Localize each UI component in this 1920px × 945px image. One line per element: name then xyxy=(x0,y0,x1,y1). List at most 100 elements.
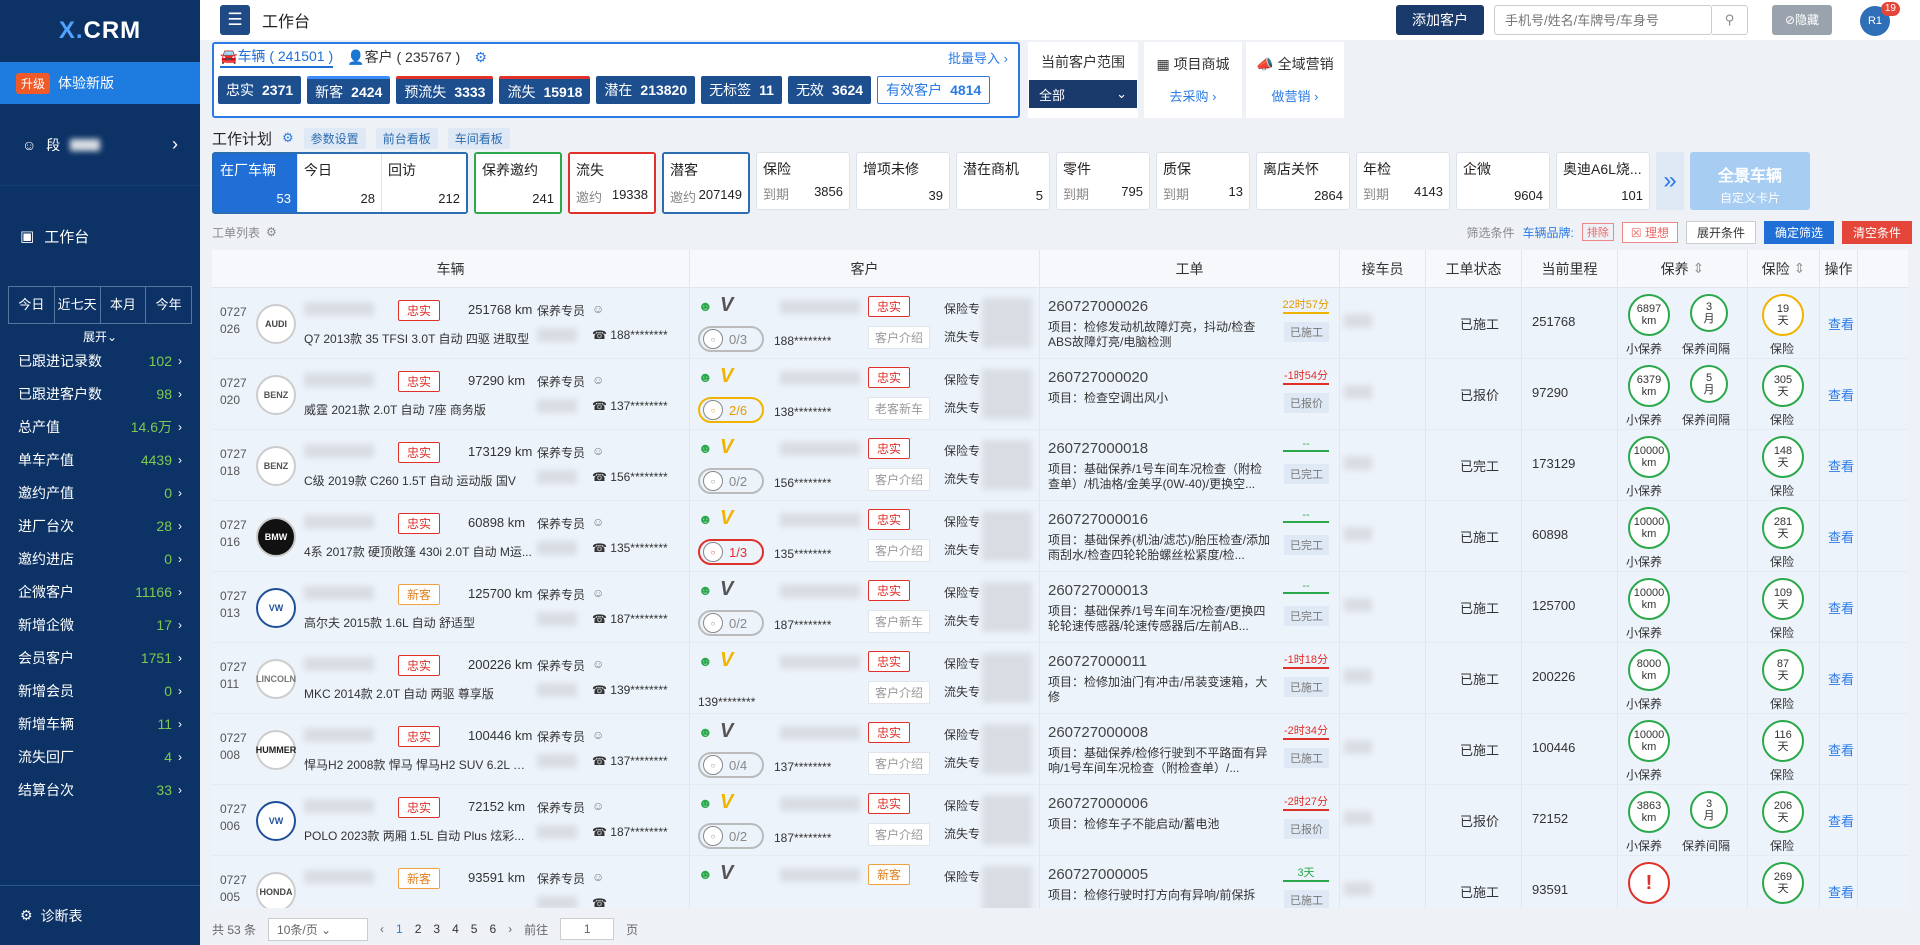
table-row[interactable]: 0727 013 VW 新客 125700 km 高尔夫 2015款 1.6L 自动 舒适… xyxy=(212,572,1908,643)
next-page-icon[interactable]: › xyxy=(508,922,512,936)
batch-import-link[interactable]: 批量导入 › xyxy=(948,48,1008,67)
plan-card[interactable]: 潜在商机 5 xyxy=(956,152,1050,210)
plan-card[interactable]: 增项未修 39 xyxy=(856,152,950,210)
hide-button[interactable]: ⊘隐藏 xyxy=(1772,5,1832,35)
scroll-right-icon[interactable]: » xyxy=(1656,152,1684,210)
stat-item[interactable]: 总产值 14.6万 › xyxy=(0,410,200,443)
view-button[interactable]: 查看 xyxy=(1828,385,1854,404)
plan-card[interactable]: 保养邀约 241 xyxy=(476,154,560,212)
view-button[interactable]: 查看 xyxy=(1828,314,1854,333)
plan-card[interactable]: 保险 到期 3856 xyxy=(756,152,850,210)
work-order-number[interactable]: 260727000026 xyxy=(1048,298,1148,315)
settings-icon[interactable]: ⚙ xyxy=(474,49,487,66)
plan-card[interactable]: 在厂车辆 53 xyxy=(214,154,298,212)
settings-icon[interactable]: ⚙ xyxy=(266,225,277,239)
user-menu[interactable]: ☺ 段 › xyxy=(0,104,200,186)
work-order-number[interactable]: 260727000011 xyxy=(1048,653,1147,670)
stat-item[interactable]: 邀约进店 0 › xyxy=(0,542,200,575)
view-button[interactable]: 查看 xyxy=(1828,740,1854,759)
add-customer-button[interactable]: 添加客户 xyxy=(1396,5,1484,35)
table-row[interactable]: 0727 020 BENZ 忠实 97290 km 威霆 2021款 2.0T 自动 7座… xyxy=(212,359,1908,430)
page-number[interactable]: 4 xyxy=(452,922,459,936)
search-button[interactable]: ⚲ xyxy=(1712,5,1748,35)
page-number[interactable]: 2 xyxy=(415,922,422,936)
workshop-board-tag[interactable]: 车间看板 xyxy=(447,127,510,149)
work-order-number[interactable]: 260727000016 xyxy=(1048,511,1148,528)
col-insurance[interactable]: 保险 ⇕ xyxy=(1748,250,1820,287)
view-button[interactable]: 查看 xyxy=(1828,882,1854,901)
plan-card[interactable]: 离店关怀 2864 xyxy=(1256,152,1350,210)
plan-card[interactable]: 今日 28 xyxy=(298,154,382,212)
visit-counter[interactable]: ○ 0/2 xyxy=(698,468,764,494)
stat-item[interactable]: 已跟进客户数 98 › xyxy=(0,377,200,410)
global-marketing[interactable]: 📣 全域营销 做营销 › xyxy=(1246,42,1344,118)
stat-item[interactable]: 会员客户 1751 › xyxy=(0,641,200,674)
page-number[interactable]: 1 xyxy=(396,922,403,936)
stat-item[interactable]: 结算台次 33 › xyxy=(0,773,200,806)
menu-toggle-button[interactable]: ☰ xyxy=(220,5,250,35)
nav-workbench[interactable]: ▣ 工作台 xyxy=(0,186,200,286)
plan-card[interactable]: 零件 到期 795 xyxy=(1056,152,1150,210)
visit-counter[interactable]: ○ 0/2 xyxy=(698,823,764,849)
expand-conditions-button[interactable]: 展开条件 xyxy=(1685,220,1756,244)
period-year[interactable]: 今年 xyxy=(146,287,191,323)
table-row[interactable]: 0727 016 BMW 忠实 60898 km 4系 2017款 硬顶敞篷 430i 2… xyxy=(212,501,1908,572)
stat-item[interactable]: 企微客户 11166 › xyxy=(0,575,200,608)
valid-customer-button[interactable]: 有效客户 4814 xyxy=(877,76,991,104)
plan-card[interactable]: 质保 到期 13 xyxy=(1156,152,1250,210)
plan-card[interactable]: 奥迪A6L烧... 101 xyxy=(1556,152,1650,210)
work-order-number[interactable]: 260727000020 xyxy=(1048,369,1148,386)
plan-card[interactable]: 回访 212 xyxy=(382,154,466,212)
visit-counter[interactable]: ○ 0/4 xyxy=(698,752,764,778)
view-button[interactable]: 查看 xyxy=(1828,456,1854,475)
tab-customers[interactable]: 👤客户 ( 235767 ) xyxy=(347,47,460,67)
table-row[interactable]: 0727 026 AUDI 忠实 251768 km Q7 2013款 35 TFSI 3… xyxy=(212,288,1908,359)
page-number[interactable]: 5 xyxy=(471,922,478,936)
category-button[interactable]: 无标签 11 xyxy=(701,76,782,104)
category-button[interactable]: 无效 3624 xyxy=(787,76,872,104)
period-today[interactable]: 今日 xyxy=(9,287,55,323)
col-maintenance[interactable]: 保养 ⇕ xyxy=(1618,250,1748,287)
view-button[interactable]: 查看 xyxy=(1828,598,1854,617)
visit-counter[interactable]: ○ 1/3 xyxy=(698,539,764,565)
category-button[interactable]: 流失 15918 xyxy=(499,76,591,104)
stat-item[interactable]: 单车产值 4439 › xyxy=(0,443,200,476)
visit-counter[interactable]: ○ 0/3 xyxy=(698,326,764,352)
settings-icon[interactable]: ⚙ xyxy=(282,130,294,146)
plan-card[interactable]: 年检 到期 4143 xyxy=(1356,152,1450,210)
page-size-select[interactable]: 10条/页 ⌄ xyxy=(268,917,369,941)
brand-ideal-chip[interactable]: ☒ 理想 xyxy=(1621,221,1678,243)
stat-item[interactable]: 新增会员 0 › xyxy=(0,674,200,707)
stat-item[interactable]: 新增企微 17 › xyxy=(0,608,200,641)
table-row[interactable]: 0727 011 LINCOLN 忠实 200226 km MKC 2014款 2.0T … xyxy=(212,643,1908,714)
category-button[interactable]: 忠实 2371 xyxy=(218,76,302,104)
upgrade-entry[interactable]: 升级 体验新版 xyxy=(0,62,200,104)
work-order-number[interactable]: 260727000008 xyxy=(1048,724,1148,741)
page-jump-input[interactable]: 1 xyxy=(560,918,615,940)
confirm-filter-button[interactable]: 确定筛选 xyxy=(1763,220,1834,244)
work-order-number[interactable]: 260727000006 xyxy=(1048,795,1148,812)
period-month[interactable]: 本月 xyxy=(101,287,147,323)
view-button[interactable]: 查看 xyxy=(1828,527,1854,546)
prev-page-icon[interactable]: ‹ xyxy=(380,922,384,936)
view-button[interactable]: 查看 xyxy=(1828,811,1854,830)
search-input[interactable] xyxy=(1494,5,1712,35)
tab-vehicles[interactable]: 🚘车辆 ( 241501 ) xyxy=(220,46,334,68)
param-settings-tag[interactable]: 参数设置 xyxy=(303,127,366,149)
exclude-tag[interactable]: 排除 xyxy=(1581,223,1614,241)
category-button[interactable]: 新客 2424 xyxy=(307,76,391,104)
period-7days[interactable]: 近七天 xyxy=(55,287,101,323)
stat-item[interactable]: 已跟进记录数 102 › xyxy=(0,344,200,377)
work-order-number[interactable]: 260727000018 xyxy=(1048,440,1148,457)
app-logo[interactable]: X. CRM xyxy=(0,0,200,62)
page-number[interactable]: 3 xyxy=(433,922,440,936)
nav-diagnose[interactable]: ⚙ 诊断表 xyxy=(0,885,200,945)
stat-item[interactable]: 邀约产值 0 › xyxy=(0,476,200,509)
clear-filter-button[interactable]: 清空条件 xyxy=(1841,220,1912,244)
project-mall[interactable]: ▦ 项目商城 去采购 › xyxy=(1144,42,1242,118)
table-row[interactable]: 0727 018 BENZ 忠实 173129 km C级 2019款 C260 1.5T… xyxy=(212,430,1908,501)
page-number[interactable]: 6 xyxy=(489,922,496,936)
work-order-number[interactable]: 260727000005 xyxy=(1048,866,1148,883)
view-button[interactable]: 查看 xyxy=(1828,669,1854,688)
do-marketing-link[interactable]: 做营销 › xyxy=(1246,86,1344,105)
